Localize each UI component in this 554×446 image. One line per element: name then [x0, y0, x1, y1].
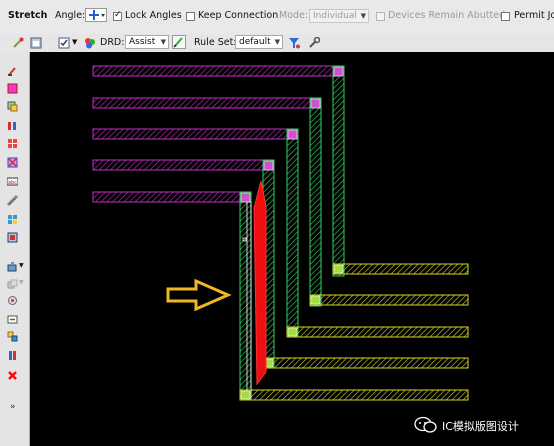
drd-pen-button[interactable]	[172, 35, 186, 49]
devices-abutted-checkbox[interactable]	[376, 12, 385, 21]
pin-icon[interactable]	[7, 120, 18, 131]
drd-label: DRD:	[100, 37, 125, 48]
via-icon[interactable]	[7, 138, 18, 149]
via-6	[333, 264, 344, 274]
window-icon[interactable]	[30, 37, 42, 49]
svg-text:abc: abc	[8, 180, 17, 186]
devices-abutted-label: Devices Remain Abutted	[388, 10, 506, 21]
chevron-down-icon[interactable]: ▼	[72, 38, 77, 46]
ruleset-dropdown[interactable]: default ▼	[235, 35, 283, 49]
label-icon[interactable]: abc	[7, 176, 18, 187]
split-icon[interactable]	[7, 350, 18, 361]
wechat-icon	[414, 416, 437, 433]
metal-vertical-3[interactable]	[286, 128, 299, 338]
move-icon[interactable]	[7, 262, 18, 273]
ruler-icon[interactable]	[7, 195, 18, 206]
poly-wire-4[interactable]	[92, 159, 274, 171]
chevron-down-icon: ▼	[160, 38, 166, 46]
expand-more-icon[interactable]: »	[10, 402, 16, 412]
contact-icon[interactable]	[7, 157, 18, 168]
ruleset-label: Rule Set:	[194, 37, 237, 48]
rectangle-icon[interactable]	[7, 83, 18, 94]
via-1	[333, 66, 344, 77]
instance-icon[interactable]	[7, 101, 18, 112]
permit-label: Permit Jo	[514, 10, 554, 21]
pointer-arrow	[166, 278, 232, 312]
metal2-wire-1[interactable]	[332, 263, 469, 275]
permit-checkbox[interactable]	[501, 12, 510, 21]
mode-dropdown[interactable]: Individual ▼	[309, 9, 369, 23]
chevron-down-icon: ▼	[274, 38, 280, 46]
stretch-highlight	[253, 180, 267, 386]
metal2-wire-4[interactable]	[262, 357, 469, 369]
metal2-wire-3[interactable]	[286, 326, 469, 338]
drd-mode-dropdown[interactable]: Assist ▼	[125, 35, 169, 49]
filter-icon[interactable]	[288, 37, 300, 49]
via-5	[240, 192, 251, 203]
drd-toolbar: ▼ DRD: Assist ▼ Rule Set: default ▼	[0, 34, 554, 53]
metal-vertical-1[interactable]	[332, 65, 345, 277]
via-8	[287, 327, 298, 337]
command-title: Stretch	[8, 10, 48, 21]
poly-wire-1[interactable]	[92, 65, 343, 77]
via-7	[310, 295, 321, 305]
copy-icon[interactable]	[7, 279, 18, 290]
chop-icon[interactable]	[7, 295, 18, 306]
lock-angles-checkbox[interactable]: ✓	[113, 10, 122, 21]
via-3	[287, 129, 298, 140]
poly-wire-3[interactable]	[92, 128, 299, 140]
merge-icon[interactable]	[7, 331, 18, 342]
stretch-icon[interactable]	[7, 314, 18, 325]
layout-drawing	[92, 65, 469, 401]
palette-icon[interactable]	[84, 37, 96, 49]
delete-icon[interactable]	[7, 370, 18, 381]
layout-canvas[interactable]: IC模拟版图设计	[30, 52, 554, 446]
pen-icon	[173, 37, 183, 48]
chevron-down-icon: ▼	[360, 12, 366, 20]
stretch-options-toolbar: Stretch Angle: ✓ Lock Angles Keep Connec…	[0, 0, 554, 35]
check-toggle-icon[interactable]	[58, 37, 70, 49]
metal-vertical-2[interactable]	[309, 97, 322, 307]
mode-value: Individual	[313, 11, 357, 21]
poly-wire-2[interactable]	[92, 97, 321, 109]
left-tool-palette: abc ▼ ▼ »	[0, 52, 30, 446]
chevron-down-icon[interactable]: ▼	[19, 279, 24, 286]
keep-connection-label: Keep Connection	[198, 10, 279, 21]
chevron-down-icon[interactable]: ▼	[19, 262, 24, 269]
keep-connection-checkbox[interactable]	[186, 12, 195, 21]
array-icon[interactable]	[7, 214, 18, 225]
ruleset-value: default	[239, 37, 271, 47]
metal-vertical-5[interactable]	[239, 191, 252, 399]
via-10	[240, 390, 251, 400]
watermark-text: IC模拟版图设计	[442, 420, 519, 433]
metal2-wire-2[interactable]	[309, 294, 469, 306]
tools-icon[interactable]	[308, 37, 320, 49]
lock-angles-label: Lock Angles	[125, 10, 182, 21]
poly-wire-5[interactable]	[92, 191, 252, 203]
wand-icon[interactable]	[12, 37, 24, 49]
watermark: IC模拟版图设计	[414, 416, 554, 434]
layout-view-icon[interactable]	[7, 232, 18, 243]
angle-label: Angle:	[55, 10, 86, 21]
property-icon[interactable]	[7, 66, 18, 77]
metal2-wire-5[interactable]	[239, 389, 469, 401]
via-4	[263, 160, 274, 171]
mode-label: Mode:	[279, 10, 309, 21]
drd-mode-value: Assist	[129, 37, 156, 47]
angle-selector[interactable]	[85, 8, 107, 22]
via-2	[310, 98, 321, 109]
angle-cross-icon	[89, 10, 105, 20]
